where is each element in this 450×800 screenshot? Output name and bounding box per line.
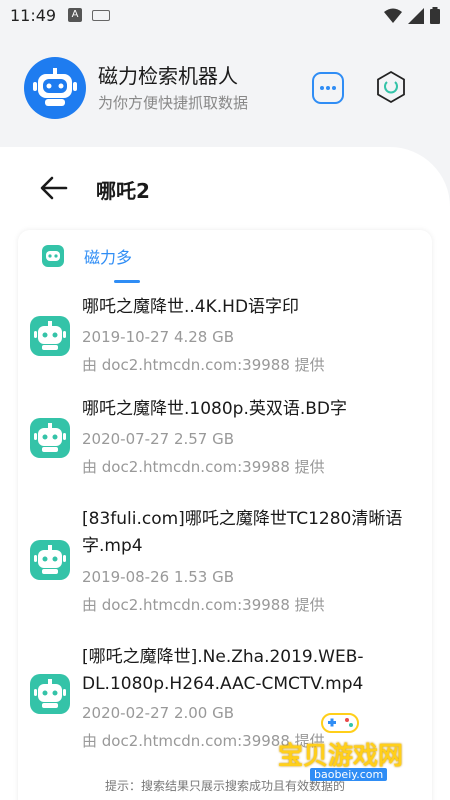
watermark: 宝贝游戏网 baobeiy.com bbox=[270, 708, 450, 788]
status-time: 11:49 bbox=[10, 6, 57, 25]
app-title: 磁力检索机器人 bbox=[98, 64, 238, 88]
tab-underline bbox=[114, 280, 140, 283]
settings-hexagon-icon[interactable] bbox=[374, 70, 408, 104]
robot-result-icon bbox=[30, 540, 70, 580]
result-date-size: 2020-02-27 2.00 GB bbox=[82, 704, 235, 722]
chat-dots-icon bbox=[320, 86, 336, 90]
result-date-size: 2019-08-26 1.53 GB bbox=[82, 568, 235, 586]
watermark-url: baobeiy.com bbox=[310, 768, 388, 781]
chat-button[interactable] bbox=[312, 72, 344, 104]
notification-a-icon: A bbox=[68, 8, 82, 22]
result-name: [83fuli.com]哪吒之魔降世TC1280清晰语字.mp4 bbox=[82, 509, 403, 556]
signal-icon bbox=[408, 7, 424, 24]
robot-result-icon bbox=[30, 316, 70, 356]
robot-result-icon bbox=[30, 674, 70, 714]
keyboard-icon bbox=[92, 10, 110, 21]
app-header: 磁力检索机器人 为你方便快捷抓取数据 bbox=[0, 32, 450, 147]
result-provider: 由 doc2.htmcdn.com:39988 提供 bbox=[82, 458, 325, 476]
watermark-text: 宝贝游戏网 bbox=[278, 741, 404, 770]
result-item[interactable]: 哪吒之魔降世.1080p.英双语.BD字 2020-07-27 2.57 GB … bbox=[18, 390, 432, 490]
result-provider: 由 doc2.htmcdn.com:39988 提供 bbox=[82, 356, 325, 374]
wifi-icon bbox=[384, 8, 402, 23]
status-bar: 11:49 A bbox=[0, 0, 450, 32]
gamepad-icon bbox=[321, 713, 359, 733]
result-name: 哪吒之魔降世..4K.HD语字印 bbox=[82, 297, 300, 317]
main-panel: 哪吒2 磁力多 哪吒之魔降世..4K.HD语字印 2019-10-27 4.28… bbox=[0, 147, 450, 800]
app-subtitle: 为你方便快捷抓取数据 bbox=[98, 94, 249, 112]
result-name: 哪吒之魔降世.1080p.英双语.BD字 bbox=[82, 399, 348, 419]
result-date-size: 2019-10-27 4.28 GB bbox=[82, 328, 235, 346]
status-icons bbox=[384, 7, 440, 24]
back-arrow-icon[interactable] bbox=[40, 174, 68, 202]
source-tab-label: 磁力多 bbox=[84, 248, 133, 267]
result-item[interactable]: 哪吒之魔降世..4K.HD语字印 2019-10-27 4.28 GB 由 do… bbox=[18, 288, 432, 388]
query-title: 哪吒2 bbox=[96, 179, 150, 203]
result-provider: 由 doc2.htmcdn.com:39988 提供 bbox=[82, 596, 325, 614]
robot-avatar-icon bbox=[24, 57, 86, 119]
robot-source-icon bbox=[42, 245, 64, 267]
battery-icon bbox=[430, 7, 440, 24]
robot-result-icon bbox=[30, 418, 70, 458]
result-date-size: 2020-07-27 2.57 GB bbox=[82, 430, 235, 448]
search-header: 哪吒2 bbox=[0, 147, 450, 227]
result-name: [哪吒之魔降世].Ne.Zha.2019.WEB-DL.1080p.H264.A… bbox=[82, 647, 364, 694]
tab-source[interactable]: 磁力多 bbox=[42, 244, 132, 268]
result-item[interactable]: [83fuli.com]哪吒之魔降世TC1280清晰语字.mp4 2019-08… bbox=[18, 500, 432, 630]
